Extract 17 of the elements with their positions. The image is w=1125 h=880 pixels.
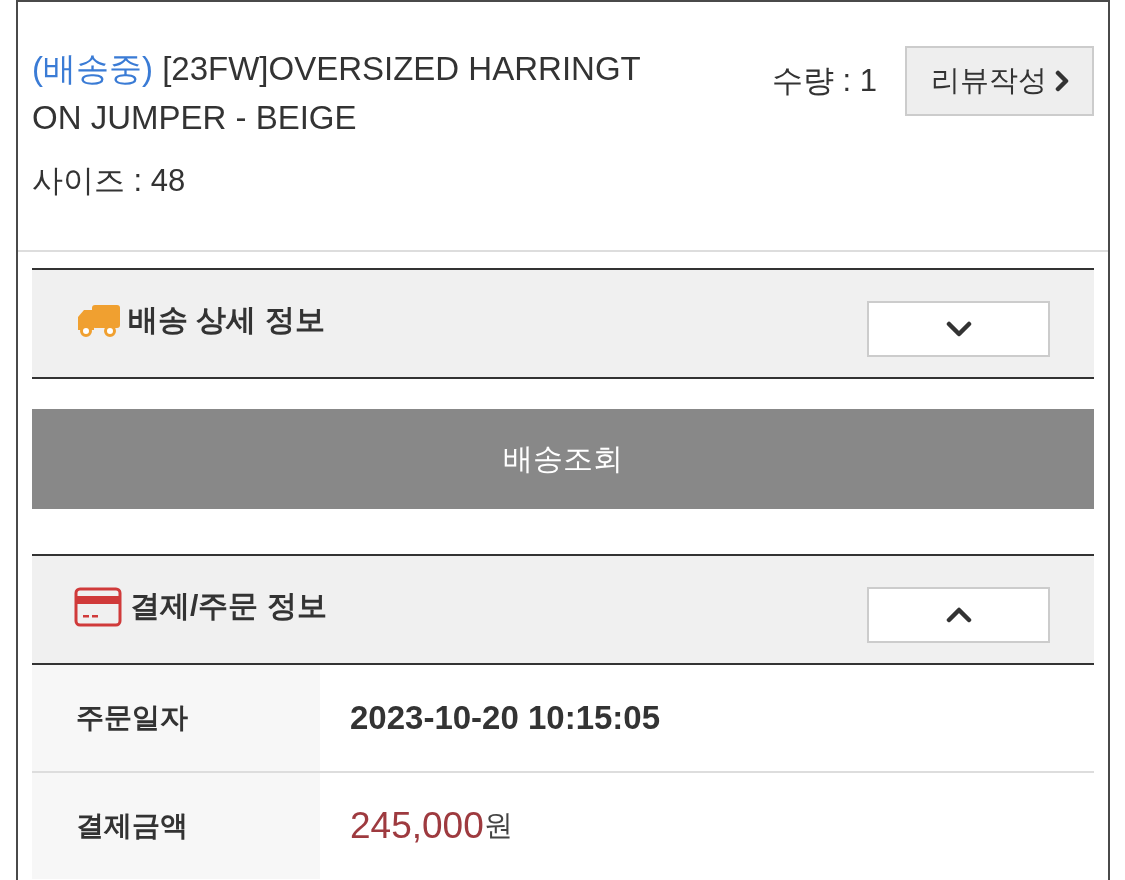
track-delivery-button[interactable]: 배송조회 [32,409,1094,509]
product-title: (배송중) [23FW]OVERSIZED HARRINGTON JUMPER - BEIGE [32,49,642,138]
write-review-button[interactable]: 리뷰작성 [905,46,1094,116]
toggle-button[interactable] [867,586,1050,643]
row-label: 주문일자 [32,665,320,771]
row-label: 결제금액 [32,773,320,879]
toggle-button[interactable] [867,300,1050,357]
chevron-right-icon [1054,70,1069,92]
section-title: 결제/주문 정보 [130,588,327,624]
size-option: 사이즈 : 48 [32,160,662,202]
credit-card-icon [74,586,122,627]
section-title: 배송 상세 정보 [128,302,325,338]
truck-icon [76,303,120,338]
currency-unit: 원 [483,808,513,843]
amount-value: 245,000 [350,805,484,847]
order-date-value: 2023-10-20 10:15:05 [350,699,661,737]
quantity-label: 수량 : 1 [771,62,877,100]
